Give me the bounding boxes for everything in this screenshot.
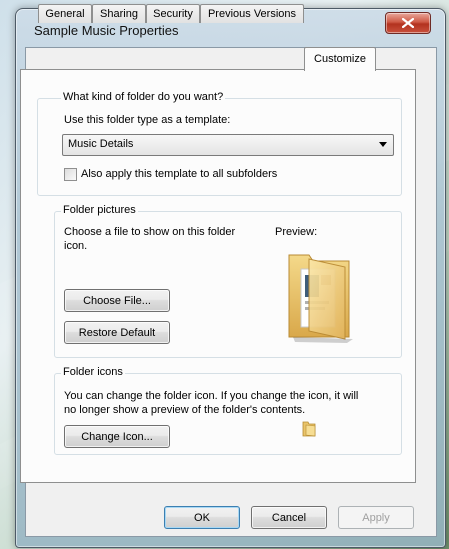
apply-subfolders-checkbox[interactable] <box>64 168 77 181</box>
change-icon-button[interactable]: Change Icon... <box>64 425 170 448</box>
folder-type-legend: What kind of folder do you want? <box>61 91 226 103</box>
choose-file-button[interactable]: Choose File... <box>64 289 170 312</box>
restore-default-label: Restore Default <box>78 326 156 339</box>
restore-default-button[interactable]: Restore Default <box>64 321 170 344</box>
folder-pictures-legend: Folder pictures <box>61 204 138 216</box>
folder-icons-description: You can change the folder icon. If you c… <box>64 390 359 402</box>
chevron-down-icon <box>379 142 387 147</box>
cancel-button[interactable]: Cancel <box>251 506 327 529</box>
ok-button[interactable]: OK <box>164 506 240 529</box>
choose-file-label: Choose File... <box>83 294 151 307</box>
cancel-label: Cancel <box>271 511 307 524</box>
folder-template-select[interactable]: Music Details <box>62 134 394 156</box>
tab-label: Previous Versions <box>207 8 297 20</box>
apply-button[interactable]: Apply <box>338 506 414 529</box>
apply-label: Apply <box>362 511 390 524</box>
tab-label: Security <box>153 8 193 20</box>
window-title: Sample Music Properties <box>34 23 179 38</box>
close-icon <box>402 18 414 28</box>
tab-label: Sharing <box>100 8 138 20</box>
tab-security[interactable]: Security <box>146 4 200 23</box>
folder-pictures-description: Choose a file to show on this folder <box>64 226 236 238</box>
ok-label: OK <box>194 511 210 524</box>
close-button[interactable] <box>385 12 431 34</box>
folder-icon <box>302 421 316 437</box>
apply-subfolders-label[interactable]: Also apply this template to all subfolde… <box>81 168 277 180</box>
folder-pictures-description: icon. <box>64 240 88 252</box>
tab-label: Customize <box>314 53 366 65</box>
tab-general[interactable]: General <box>38 4 92 23</box>
tab-previous-versions[interactable]: Previous Versions <box>200 4 304 23</box>
preview-label: Preview: <box>275 226 318 238</box>
template-label: Use this folder type as a template: <box>64 114 231 126</box>
tab-label: General <box>45 8 85 20</box>
folder-icons-legend: Folder icons <box>61 366 125 378</box>
folder-preview-icon <box>288 254 353 343</box>
change-icon-label: Change Icon... <box>81 430 153 443</box>
tab-customize[interactable]: Customize <box>304 47 376 71</box>
folder-icons-description: no longer show a preview of the folder's… <box>64 404 306 416</box>
tab-sharing[interactable]: Sharing <box>92 4 146 23</box>
folder-template-value: Music Details <box>68 138 134 150</box>
